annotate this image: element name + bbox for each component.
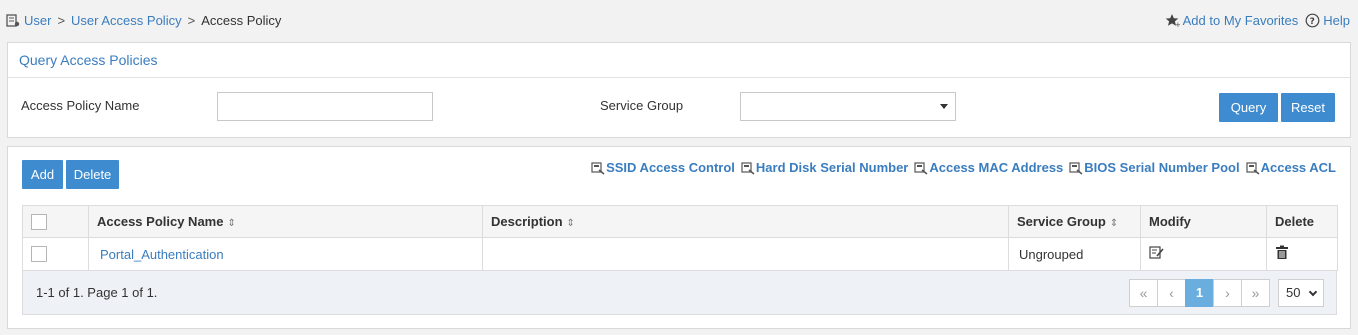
svg-text:+: + <box>1175 21 1180 28</box>
policy-table: Access Policy Name ⇕ Description ⇕ Service… <box>22 205 1338 271</box>
column-description[interactable]: Description ⇕ <box>482 205 1009 238</box>
top-bar: User > User Access Policy > Access Polic… <box>0 0 1358 42</box>
sort-icon: ⇕ <box>227 218 236 229</box>
add-button[interactable]: Add <box>22 160 63 189</box>
access-mac-address-link[interactable]: Access MAC Address <box>914 160 1063 175</box>
column-modify: Modify <box>1140 205 1267 238</box>
trash-icon[interactable] <box>1275 245 1289 263</box>
link-icon <box>1246 161 1260 175</box>
delete-button[interactable]: Delete <box>66 160 119 189</box>
ssid-access-control-link[interactable]: SSID Access Control <box>591 160 735 175</box>
star-icon[interactable]: + <box>1165 13 1181 29</box>
sort-icon: ⇕ <box>1109 218 1119 229</box>
add-to-favorites-link[interactable]: Add to My Favorites <box>1183 13 1299 28</box>
link-label: Access MAC Address <box>929 160 1064 175</box>
pagination: « ‹ 1 › » <box>1129 279 1270 307</box>
pagination-bar: 1-1 of 1. Page 1 of 1. « ‹ 1 › » 50 <box>22 271 1337 315</box>
link-icon <box>914 161 928 175</box>
breadcrumb-separator: > <box>57 13 66 28</box>
link-label: SSID Access Control <box>606 160 735 175</box>
column-label: Modify <box>1149 214 1191 229</box>
edit-icon[interactable] <box>1149 245 1164 263</box>
breadcrumb-current: Access Policy <box>201 13 282 28</box>
breadcrumb-separator: > <box>187 13 196 28</box>
link-icon <box>591 161 605 175</box>
column-delete: Delete <box>1266 205 1338 238</box>
bios-serial-number-pool-link[interactable]: BIOS Serial Number Pool <box>1069 160 1240 175</box>
hard-disk-serial-number-link[interactable]: Hard Disk Serial Number <box>741 160 908 175</box>
user-icon <box>6 13 20 28</box>
table-header-row: Access Policy Name ⇕ Description ⇕ Service… <box>22 205 1338 238</box>
chevron-down-icon <box>1308 287 1318 297</box>
link-label: BIOS Serial Number Pool <box>1084 160 1240 175</box>
link-label: Hard Disk Serial Number <box>755 160 909 175</box>
policy-name-link[interactable]: Portal_Authentication <box>100 247 224 262</box>
dropdown-caret-icon <box>940 104 948 109</box>
service-group-label: Service Group <box>600 98 684 113</box>
breadcrumb: User > User Access Policy > Access Polic… <box>6 13 281 28</box>
service-group-select[interactable] <box>740 92 956 121</box>
policy-list-panel: Add Delete SSID Access Control Hard Disk… <box>7 146 1351 329</box>
column-label: Service Group <box>1017 214 1106 229</box>
svg-text:?: ? <box>1310 17 1315 27</box>
policy-name-cell: Portal_Authentication <box>88 237 483 271</box>
query-form: Access Policy Name Service Group Query R… <box>8 78 1350 138</box>
column-service-group[interactable]: Service Group ⇕ <box>1008 205 1141 238</box>
row-select-cell <box>22 237 89 271</box>
column-label: Access Policy Name <box>97 214 224 229</box>
sort-icon: ⇕ <box>566 218 575 229</box>
header-actions: + Add to My Favorites ? Help <box>1165 13 1350 29</box>
access-policy-name-input[interactable] <box>217 92 433 121</box>
page-button-current[interactable]: 1 <box>1185 279 1214 307</box>
prev-page-button[interactable]: ‹ <box>1157 279 1186 307</box>
delete-cell <box>1266 237 1338 271</box>
table-row: Portal_Authentication Ungrouped <box>22 237 1338 271</box>
help-link[interactable]: Help <box>1323 13 1350 28</box>
access-acl-link[interactable]: Access ACL <box>1246 160 1336 175</box>
query-panel: Query Access Policies Access Policy Name… <box>7 42 1351 138</box>
select-all-checkbox[interactable] <box>31 213 47 230</box>
select-all-header <box>22 205 89 238</box>
modify-cell <box>1140 237 1267 271</box>
service-group-cell: Ungrouped <box>1008 237 1141 271</box>
column-label: Delete <box>1275 214 1315 229</box>
help-icon[interactable]: ? <box>1305 13 1320 28</box>
page-size-select[interactable]: 50 <box>1278 279 1324 307</box>
description-cell <box>482 237 1009 271</box>
page-size-value: 50 <box>1286 285 1301 300</box>
column-label: Description <box>491 214 563 229</box>
breadcrumb-user[interactable]: User <box>24 13 51 28</box>
next-page-button[interactable]: › <box>1213 279 1242 307</box>
link-icon <box>1069 161 1083 175</box>
link-icon <box>741 161 755 175</box>
row-checkbox[interactable] <box>31 246 47 263</box>
first-page-button[interactable]: « <box>1129 279 1158 307</box>
last-page-button[interactable]: » <box>1241 279 1270 307</box>
column-access-policy-name[interactable]: Access Policy Name ⇕ <box>88 205 483 238</box>
related-links: SSID Access Control Hard Disk Serial Num… <box>591 160 1336 175</box>
access-policy-name-label: Access Policy Name <box>21 98 140 113</box>
pagination-info: 1-1 of 1. Page 1 of 1. <box>36 285 158 300</box>
link-label: Access ACL <box>1260 160 1336 175</box>
breadcrumb-user-access-policy[interactable]: User Access Policy <box>71 13 182 28</box>
query-button[interactable]: Query <box>1219 93 1278 122</box>
query-panel-title: Query Access Policies <box>8 43 1350 78</box>
reset-button[interactable]: Reset <box>1281 93 1335 122</box>
